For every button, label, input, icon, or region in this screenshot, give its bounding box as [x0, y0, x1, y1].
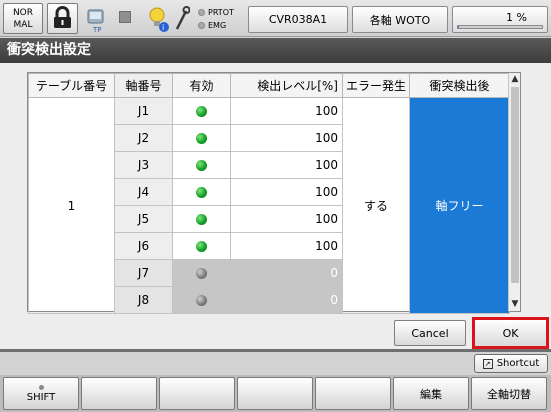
wrench-icon [174, 6, 191, 32]
mode-label-line1: NOR [12, 8, 34, 18]
axis-cell: J7 [114, 259, 173, 287]
scroll-thumb[interactable] [511, 87, 519, 283]
shortcut-icon: ↗ [482, 358, 493, 369]
square-icon [119, 11, 131, 23]
level-cell[interactable]: 100 [230, 97, 343, 125]
enabled-cell[interactable] [172, 178, 231, 206]
function-key-5[interactable] [315, 377, 391, 410]
collision-table: テーブル番号 軸番号 有効 検出レベル[%] エラー発生 衝突検出後 1 J1 … [27, 72, 521, 314]
speed-bar-fill [458, 26, 459, 28]
enabled-led-icon [196, 187, 207, 198]
axis-cell: J6 [114, 232, 173, 260]
mode-button[interactable]: NOR MAL [3, 3, 43, 34]
edit-key[interactable]: 編集 [393, 377, 469, 410]
program-button[interactable]: CVR038A1 [248, 6, 348, 33]
page-title: 衝突検出設定 [0, 38, 551, 63]
axis-cell: J8 [114, 286, 173, 314]
speed-bar [457, 25, 543, 29]
disabled-led-icon [196, 268, 207, 279]
lock-icon [54, 6, 71, 28]
enabled-cell[interactable] [172, 205, 231, 233]
function-key-3[interactable] [159, 377, 235, 410]
shortcut-label: Shortcut [496, 358, 540, 369]
scroll-down-icon[interactable]: ▼ [509, 298, 521, 311]
status-bar: NOR MAL TP i PRTOT EMG CVR038A1 各軸 WOTO … [0, 0, 551, 37]
level-cell[interactable]: 100 [230, 232, 343, 260]
function-key-2[interactable] [81, 377, 157, 410]
shift-indicator [38, 384, 44, 390]
tp-label: TP [92, 26, 102, 34]
level-cell[interactable]: 0 [230, 286, 343, 314]
prtot-label: PRTOT [208, 8, 234, 17]
shortcut-row: ↗ Shortcut [0, 352, 551, 375]
enabled-cell[interactable] [172, 97, 231, 125]
enabled-cell[interactable] [172, 259, 231, 287]
axis-cell: J5 [114, 205, 173, 233]
enabled-led-icon [196, 214, 207, 225]
speed-value: 1 % [506, 11, 527, 24]
bulb-icon: i [148, 6, 170, 34]
header-error-occur: エラー発生 [342, 73, 410, 98]
axis-cell: J2 [114, 124, 173, 152]
cancel-button[interactable]: Cancel [394, 320, 466, 346]
lock-button[interactable] [47, 3, 78, 34]
header-enabled: 有効 [172, 73, 231, 98]
emg-indicator [198, 22, 205, 29]
tp-icon: TP [85, 8, 107, 34]
level-cell[interactable]: 100 [230, 205, 343, 233]
enabled-led-icon [196, 106, 207, 117]
enabled-led-icon [196, 133, 207, 144]
enabled-led-icon [196, 241, 207, 252]
function-key-4[interactable] [237, 377, 313, 410]
error-occur-cell[interactable]: する [342, 97, 410, 314]
axes-mode-button[interactable]: 各軸 WOTO [352, 6, 448, 33]
svg-text:i: i [162, 23, 164, 32]
level-cell[interactable]: 100 [230, 151, 343, 179]
level-cell[interactable]: 100 [230, 124, 343, 152]
enabled-cell[interactable] [172, 151, 231, 179]
header-after-detect: 衝突検出後 [409, 73, 510, 98]
function-key-bar: SHIFT 編集 全軸切替 [0, 375, 551, 412]
table-number-cell[interactable]: 1 [28, 97, 115, 314]
axis-cell: J4 [114, 178, 173, 206]
shift-key[interactable]: SHIFT [3, 377, 79, 410]
disabled-led-icon [196, 295, 207, 306]
signal-indicators: PRTOT EMG [198, 6, 246, 32]
enabled-cell[interactable] [172, 232, 231, 260]
scroll-up-icon[interactable]: ▲ [509, 73, 521, 86]
level-cell[interactable]: 0 [230, 259, 343, 287]
emg-label: EMG [208, 21, 227, 30]
shift-label: SHIFT [26, 391, 56, 403]
shortcut-button[interactable]: ↗ Shortcut [474, 354, 548, 373]
all-axes-switch-key[interactable]: 全軸切替 [471, 377, 547, 410]
ok-button[interactable]: OK [472, 317, 549, 349]
after-detect-cell[interactable]: 軸フリー [409, 97, 510, 314]
header-axis: 軸番号 [114, 73, 173, 98]
axis-cell: J3 [114, 151, 173, 179]
level-cell[interactable]: 100 [230, 178, 343, 206]
speed-override[interactable]: 1 % [452, 6, 548, 33]
enabled-led-icon [196, 160, 207, 171]
enabled-cell[interactable] [172, 124, 231, 152]
header-table-number: テーブル番号 [28, 73, 115, 98]
axis-cell: J1 [114, 97, 173, 125]
header-detect-level: 検出レベル[%] [230, 73, 343, 98]
prtot-indicator [198, 9, 205, 16]
table-row: 1 J1 100 する 軸フリー [28, 97, 510, 314]
vertical-scrollbar[interactable]: ▲ ▼ [508, 73, 520, 311]
enabled-cell[interactable] [172, 286, 231, 314]
mode-label-line2: MAL [13, 20, 33, 30]
main-content: テーブル番号 軸番号 有効 検出レベル[%] エラー発生 衝突検出後 1 J1 … [0, 63, 551, 349]
